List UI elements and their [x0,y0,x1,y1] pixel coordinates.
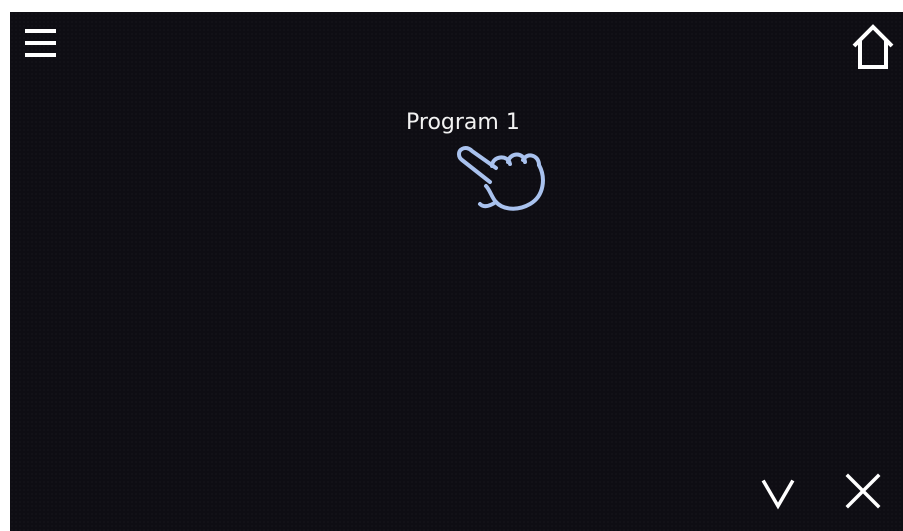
program-list-item[interactable]: Program 1 [396,108,536,140]
chevron-down-icon [761,479,795,510]
program-name-label: Program 1 [406,110,520,135]
close-icon [845,473,881,509]
menu-button[interactable] [24,26,58,60]
screen: Program 1 [10,12,903,531]
home-button[interactable] [851,22,895,70]
home-icon [852,24,894,69]
cancel-button[interactable] [840,468,886,514]
hamburger-menu-icon [25,29,56,57]
pointing-hand-icon [456,138,552,218]
confirm-button[interactable] [758,470,798,514]
